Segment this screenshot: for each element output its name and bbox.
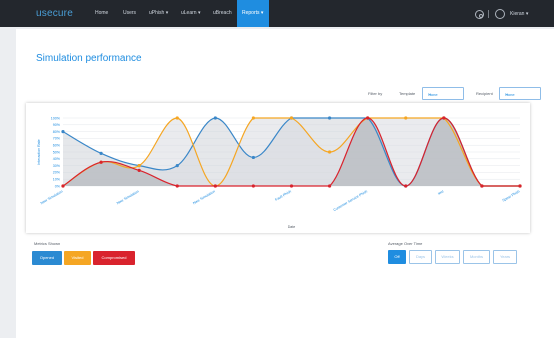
x-tick-label: New Simulation: [40, 189, 64, 205]
x-tick-label: Spear Phish: [502, 189, 521, 202]
data-point: [61, 184, 65, 188]
data-point: [289, 184, 294, 188]
user-menu[interactable]: Kieran ▾: [510, 11, 528, 17]
recipient-select[interactable]: None ⌄: [499, 87, 541, 100]
y-tick-label: 30%: [53, 164, 61, 168]
data-point: [61, 130, 65, 134]
nav-ubreach[interactable]: uBreach: [213, 10, 232, 16]
average-months-button[interactable]: Months: [463, 250, 490, 264]
chevron-down-icon: ⌄: [428, 91, 433, 97]
y-tick-label: 60%: [53, 144, 61, 148]
y-tick-label: 80%: [53, 130, 61, 134]
data-point: [442, 116, 446, 120]
y-axis-label: Interaction Rate: [37, 139, 41, 164]
metrics-label: Metrics Shown: [34, 241, 61, 246]
nav-ulearn[interactable]: uLearn ▾: [181, 10, 200, 16]
data-point: [175, 184, 179, 188]
app-logo[interactable]: usecure: [36, 8, 73, 19]
nav-reports[interactable]: Reports ▾: [237, 0, 269, 27]
data-point: [327, 116, 332, 120]
filter-by-label: Filter by: [368, 91, 383, 96]
y-tick-label: 20%: [53, 171, 61, 175]
gear-icon[interactable]: [475, 10, 484, 19]
nav-uphish[interactable]: uPhish ▾: [149, 10, 168, 16]
x-axis-label: Date: [288, 225, 296, 229]
navbar-divider: [488, 10, 489, 18]
recipient-label: Recipient: [476, 91, 493, 96]
data-point: [480, 184, 484, 188]
x-tick-label: test: [437, 189, 444, 195]
x-tick-label: Customer Service Phish: [333, 189, 368, 212]
data-point: [366, 116, 370, 120]
data-point: [251, 155, 256, 160]
x-tick-label: Fault Phish: [274, 189, 292, 201]
average-days-button[interactable]: Days: [409, 250, 432, 264]
nav-home[interactable]: Home: [95, 10, 108, 16]
performance-chart: 0% 10% 20% 30% 40% 50% 60% 70% 80% 90% 100% Interac…: [37, 116, 522, 229]
y-tick-label: 70%: [53, 137, 61, 141]
data-point: [289, 116, 294, 120]
data-point: [213, 116, 217, 120]
data-point: [175, 164, 179, 168]
data-point: [251, 184, 256, 188]
chart-card: 0% 10% 20% 30% 40% 50% 60% 70% 80% 90% 100% Interac…: [26, 103, 530, 233]
opened-button[interactable]: Opened: [32, 251, 62, 265]
visited-button[interactable]: Visited: [64, 251, 91, 265]
data-point: [251, 116, 256, 120]
top-navbar: usecure Home Users uPhish ▾ uLearn ▾ uBr…: [0, 0, 554, 27]
average-years-button[interactable]: Years: [493, 250, 517, 264]
y-tick-label: 10%: [53, 178, 61, 182]
user-icon[interactable]: [495, 9, 505, 19]
average-weeks-button[interactable]: Weeks: [435, 250, 460, 264]
template-select[interactable]: None ⌄: [422, 87, 464, 100]
chevron-down-icon: ⌄: [505, 91, 510, 97]
data-point: [175, 116, 179, 120]
page-title: Simulation performance: [36, 53, 142, 64]
average-label: Average Over Time: [388, 241, 423, 246]
y-tick-label: 90%: [53, 123, 61, 127]
nav-users[interactable]: Users: [123, 10, 136, 16]
data-point: [99, 151, 103, 155]
y-tick-label: 50%: [53, 150, 61, 154]
x-tick-label: New Simulation: [116, 189, 140, 205]
data-point: [327, 150, 332, 154]
data-point: [327, 184, 332, 188]
data-point: [137, 168, 141, 172]
data-point: [518, 184, 522, 188]
y-tick-label: 40%: [53, 157, 61, 161]
y-tick-label: 0%: [55, 184, 61, 188]
template-label: Template: [399, 91, 416, 96]
data-point: [213, 184, 217, 188]
compromised-button[interactable]: Compromised: [93, 251, 135, 265]
data-point: [99, 160, 103, 164]
x-tick-label: New Simulation: [192, 189, 216, 205]
average-off-button[interactable]: Off: [388, 250, 406, 264]
data-point: [137, 164, 141, 168]
y-tick-label: 100%: [51, 116, 61, 120]
data-point: [404, 184, 408, 188]
data-point: [404, 116, 408, 120]
